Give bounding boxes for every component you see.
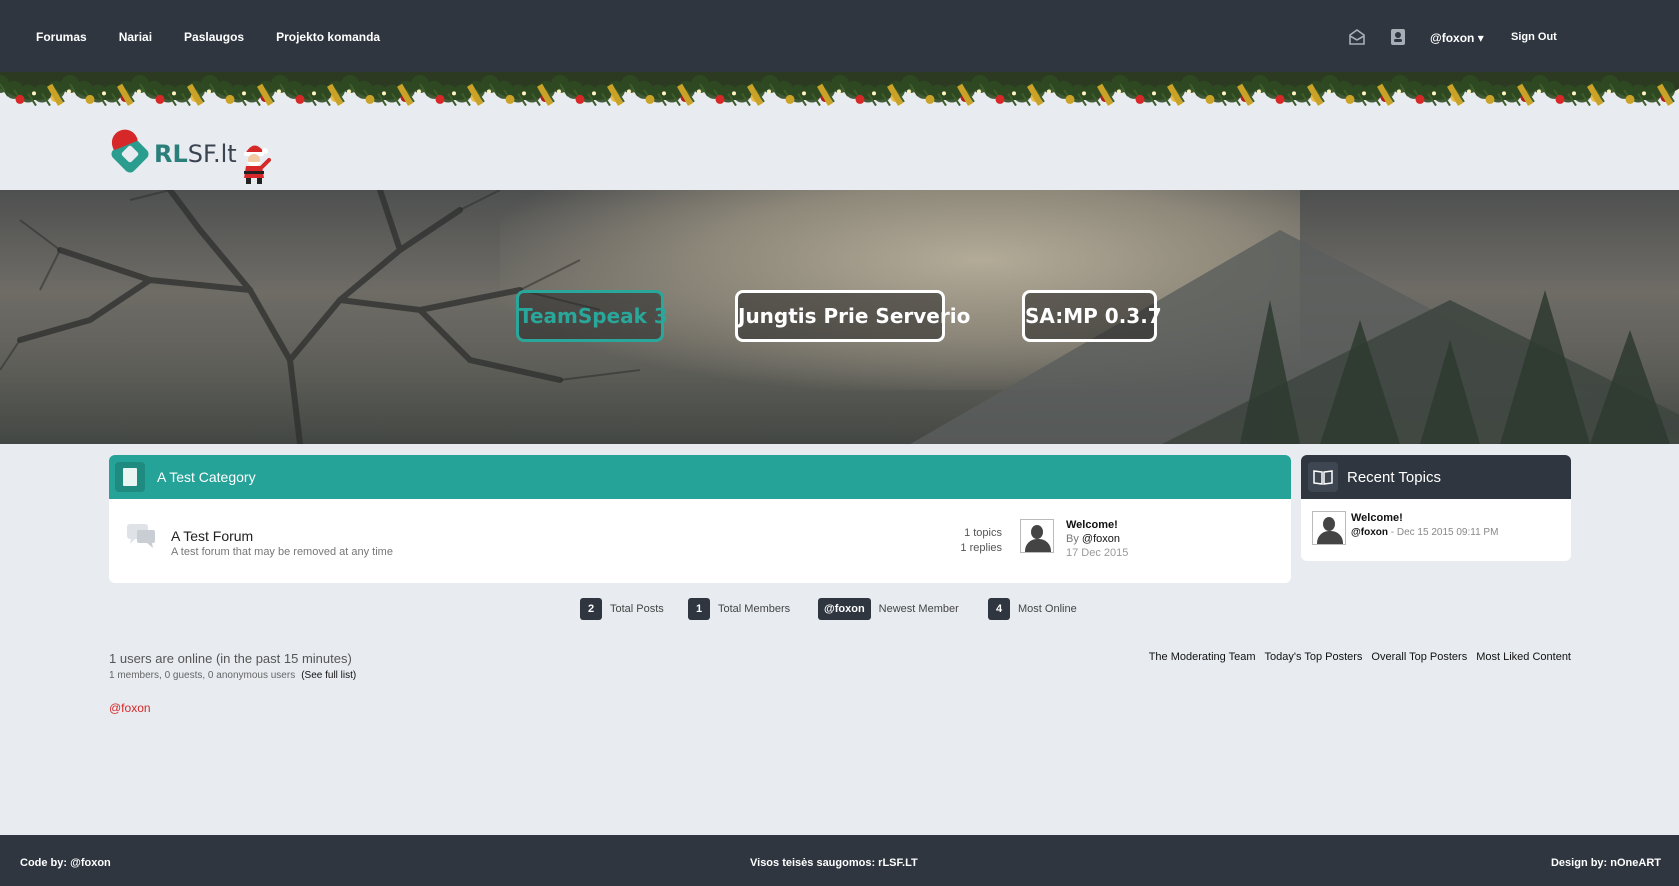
stat-most-online: 4 Most Online [988,598,1077,620]
avatar[interactable] [1020,519,1054,553]
site-logo[interactable]: RLSF.lt [107,125,237,175]
forum-last-post: Welcome! By @foxon 17 Dec 2015 [1020,519,1128,559]
online-users-summary: 1 members, 0 guests, 0 anonymous users (S… [109,670,356,681]
recent-topic-date: - Dec 15 2015 09:11 PM [1387,527,1499,538]
footer: Code by: @foxon Visos teisės saugomos: r… [0,835,1679,886]
list-item: Welcome! @foxon - Dec 15 2015 09:11 PM [1301,499,1571,561]
main-nav: Forumas Nariai Paslaugos Projekto komand… [36,30,412,44]
top-navbar: Forumas Nariai Paslaugos Projekto komand… [0,0,1679,76]
christmas-garland-decoration [0,72,1679,126]
samp-button[interactable]: SA:MP 0.3.7 [1022,290,1162,342]
user-nav: @foxon ▾ Sign Out [1319,28,1679,48]
last-post-by-label: By [1066,533,1079,545]
stat-total-posts: 2 Total Posts [580,598,664,620]
most-liked-content-link[interactable]: Most Liked Content [1476,651,1571,663]
see-full-list-link[interactable]: (See full list) [301,670,356,681]
inbox-icon[interactable] [1348,28,1366,46]
last-post-user-link[interactable]: @foxon [1082,533,1120,545]
board-stats: 2 Total Posts 1 Total Members @foxon New… [0,598,1679,620]
chat-bubbles-icon [127,524,155,548]
recent-topics-header: Recent Topics [1301,455,1571,499]
stat-value: 1 [688,598,710,620]
overall-top-posters-link[interactable]: Overall Top Posters [1371,651,1467,663]
book-icon [1308,462,1338,492]
recent-topic-info: Welcome! @foxon - Dec 15 2015 09:11 PM [1351,512,1498,538]
avatar[interactable] [1312,511,1346,545]
newest-member-link[interactable]: @foxon [818,598,871,620]
santa-icon [244,145,271,184]
category-header[interactable]: A Test Category [109,455,1291,499]
forum-row: A Test Forum A test forum that may be re… [109,499,1291,583]
document-icon [115,462,145,492]
hero-buttons: TeamSpeak 3 Jungtis Prie Serverio SA:MP … [0,190,1679,444]
forum-stats: 1 topics 1 replies [960,526,1002,556]
logo-area: RLSF.lt [0,125,1679,190]
online-users-title: 1 users are online (in the past 15 minut… [109,651,352,666]
stat-value: 4 [988,598,1010,620]
footer-credit-design: Design by: nOneART [1550,857,1661,869]
logo-text-part2: SF.lt [187,140,237,168]
category-title[interactable]: A Test Category [157,469,256,485]
nav-item-paslaugos[interactable]: Paslaugos [184,30,244,44]
footer-copyright: Visos teisės saugomos: rLSF.LT [750,857,918,869]
user-menu[interactable]: @foxon ▾ [1430,31,1484,45]
footer-credit-code: Code by: @foxon [20,857,111,869]
logo-text: RLSF.lt [154,140,237,168]
online-user-link[interactable]: @foxon [109,701,151,715]
forum-description: A test forum that may be removed at any … [171,546,393,558]
nav-item-projekto-komanda[interactable]: Projekto komanda [276,30,380,44]
stat-newest-member: @foxon Newest Member [818,598,959,620]
nav-item-forumas[interactable]: Forumas [36,30,87,44]
join-server-button[interactable]: Jungtis Prie Serverio [735,290,970,342]
chevron-down-icon: ▾ [1477,31,1484,45]
todays-top-posters-link[interactable]: Today's Top Posters [1265,651,1363,663]
stat-label: Newest Member [878,603,959,615]
last-post-info: Welcome! By @foxon 17 Dec 2015 [1066,519,1128,559]
teamspeak-button[interactable]: TeamSpeak 3 [516,290,668,342]
stat-value: 2 [580,598,602,620]
recent-topics-widget: Recent Topics Welcome! @foxon - Dec 15 2… [1301,455,1571,561]
recent-topics-title: Recent Topics [1347,468,1441,486]
stat-label: Total Members [718,603,791,615]
last-post-title[interactable]: Welcome! [1066,519,1128,531]
last-post-date: 17 Dec 2015 [1066,547,1129,559]
stat-total-members: 1 Total Members [688,598,790,620]
recent-topic-meta: @foxon - Dec 15 2015 09:11 PM [1351,527,1498,538]
stat-label: Most Online [1018,603,1077,615]
last-post-author: By @foxon [1066,533,1128,545]
forum-category: A Test Category A Test Forum A test foru… [109,455,1291,583]
forum-name-link[interactable]: A Test Forum [171,528,253,544]
online-users-counts: 1 members, 0 guests, 0 anonymous users [109,670,296,681]
logo-text-part1: RL [154,140,188,168]
stat-label: Total Posts [610,603,664,615]
nav-item-nariai[interactable]: Nariai [119,30,152,44]
hero-banner: TeamSpeak 3 Jungtis Prie Serverio SA:MP … [0,190,1679,444]
leaderboard-links: The Moderating Team Today's Top Posters … [1140,651,1571,663]
notifications-icon[interactable] [1389,28,1407,46]
sign-out-link[interactable]: Sign Out [1511,31,1557,43]
moderating-team-link[interactable]: The Moderating Team [1149,651,1256,663]
recent-topic-title[interactable]: Welcome! [1351,512,1498,524]
user-menu-label: @foxon [1430,31,1475,45]
recent-topic-user-link[interactable]: @foxon [1351,527,1388,538]
forum-topics-count: 1 topics [964,527,1002,539]
forum-replies-count: 1 replies [960,542,1002,554]
